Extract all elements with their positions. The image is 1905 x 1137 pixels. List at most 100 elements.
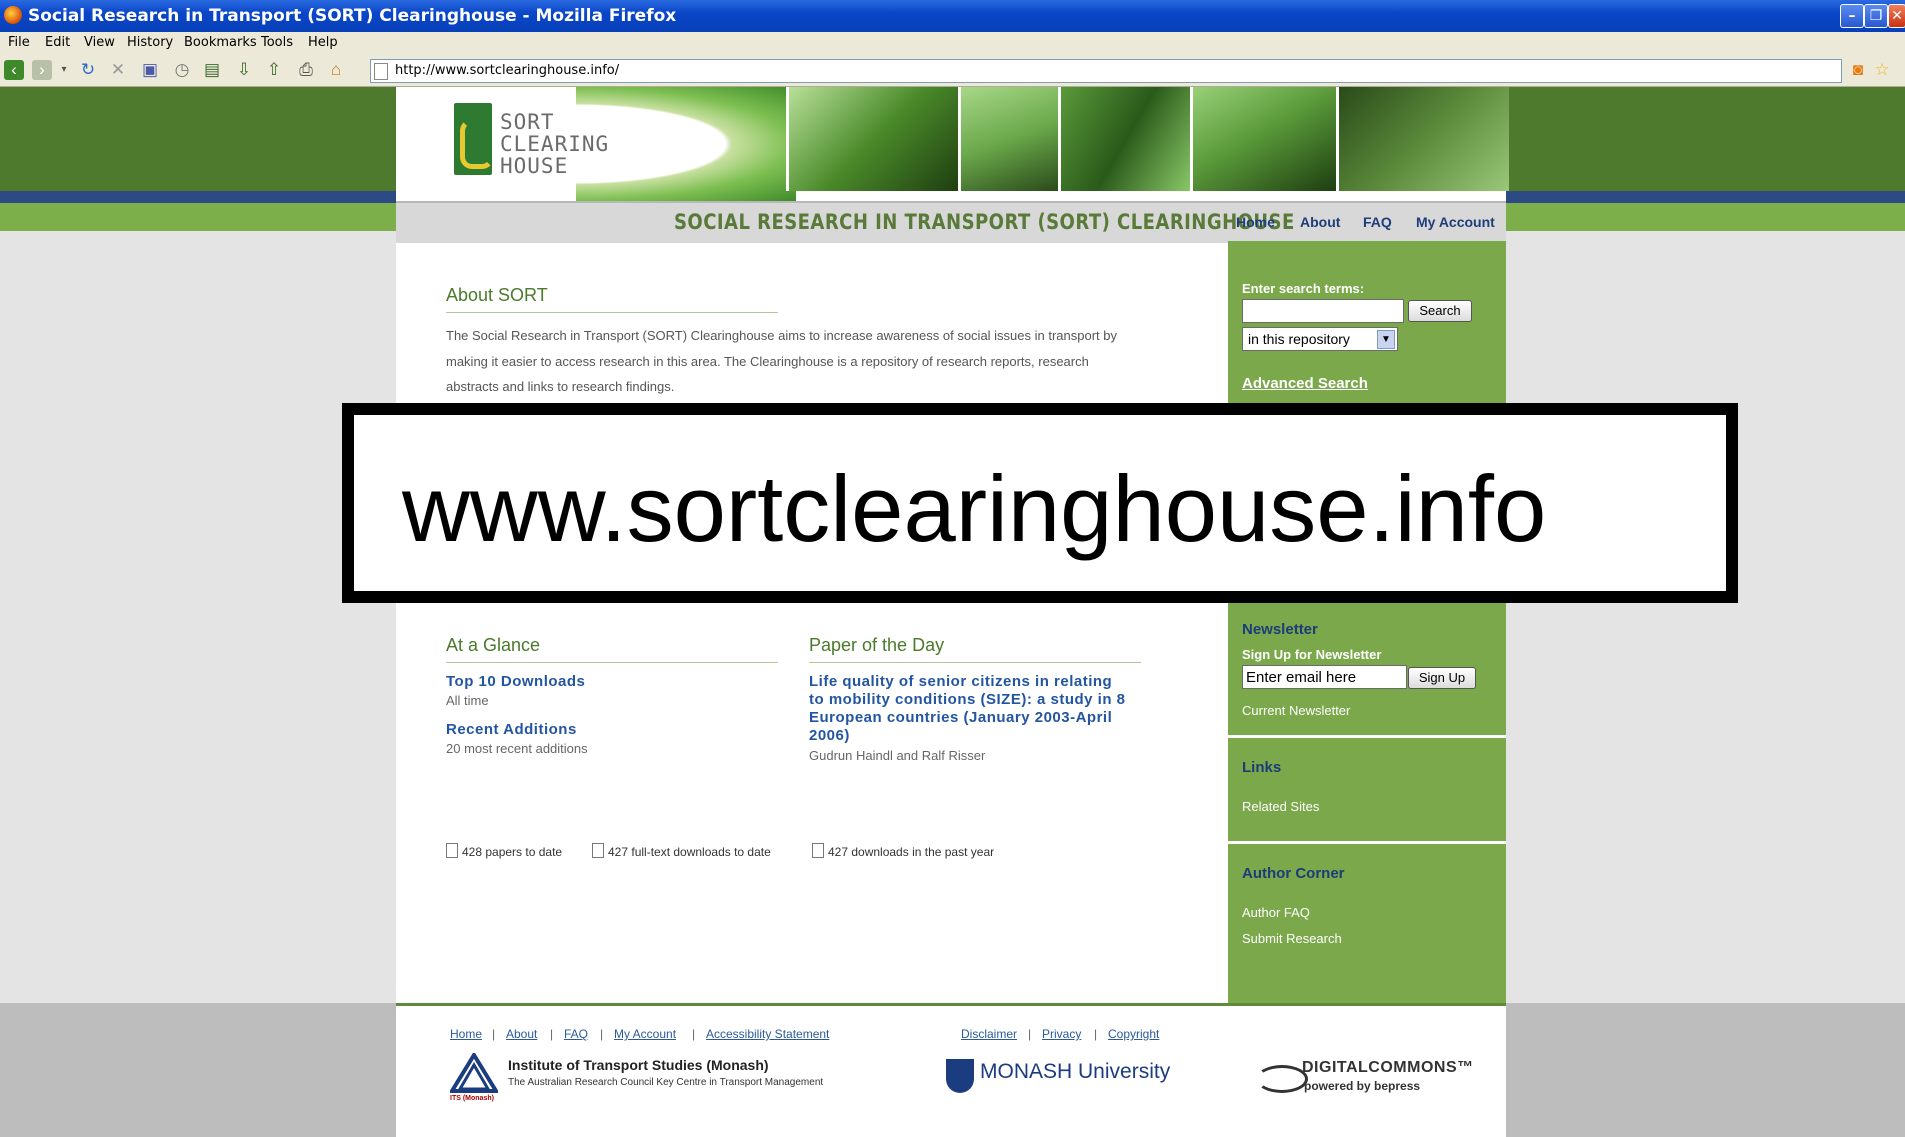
stop-icon[interactable]: ✕ <box>108 60 128 80</box>
advanced-search-link[interactable]: Advanced Search <box>1242 375 1368 392</box>
star-icon[interactable]: ☆ <box>1872 60 1892 80</box>
its-title[interactable]: Institute of Transport Studies (Monash) <box>508 1057 769 1073</box>
its-caption: ITS (Monash) <box>450 1095 494 1102</box>
footer-privacy-link[interactable]: Privacy <box>1042 1027 1081 1041</box>
forward-icon[interactable]: › <box>32 60 52 80</box>
footer-disclaimer-link[interactable]: Disclaimer <box>961 1027 1017 1041</box>
email-input[interactable] <box>1242 665 1407 689</box>
footer-separator: | <box>692 1027 696 1041</box>
close-icon[interactable]: ✕ <box>1888 4 1905 28</box>
web-page: SORT CLEARING HOUSE SOCIAL RESEARCH IN TRA… <box>0 87 1905 1137</box>
top-downloads-link[interactable]: Top 10 Downloads <box>446 673 585 690</box>
divider <box>1228 841 1506 844</box>
upload-icon[interactable]: ⇧ <box>264 60 284 80</box>
url-overlay-banner: www.sortclearinghouse.info <box>342 403 1738 603</box>
footer-my-account-link[interactable]: My Account <box>614 1027 676 1041</box>
its-logo-icon[interactable] <box>450 1053 498 1093</box>
digital-commons-text[interactable]: DIGITALCOMMONS™ <box>1302 1059 1474 1077</box>
header-photos <box>786 87 1509 191</box>
submit-research-link[interactable]: Submit Research <box>1242 931 1342 946</box>
newsletter-heading: Newsletter <box>1242 621 1318 638</box>
menu-bar: File Edit View History Bookmarks Tools H… <box>0 32 1905 54</box>
nav-about[interactable]: About <box>1300 214 1340 230</box>
window-title: Social Research in Transport (SORT) Clea… <box>28 6 677 26</box>
rss-icon[interactable]: ◙ <box>1848 60 1868 80</box>
bookmark-icon[interactable]: ▣ <box>140 60 160 80</box>
footer-about-link[interactable]: About <box>506 1027 537 1041</box>
page-icon <box>374 63 388 80</box>
stat-fulltext: 427 full-text downloads to date <box>592 843 771 859</box>
reload-icon[interactable]: ↻ <box>78 60 98 80</box>
chevron-down-icon[interactable]: ▼ <box>1377 330 1395 349</box>
menu-bookmarks[interactable]: Bookmarks <box>184 35 257 50</box>
divider <box>1228 735 1506 738</box>
minimize-icon[interactable]: – <box>1840 4 1864 28</box>
search-input[interactable] <box>1242 299 1404 323</box>
menu-file[interactable]: File <box>8 35 30 50</box>
history-icon[interactable]: ◷ <box>172 60 192 80</box>
nav-my-account[interactable]: My Account <box>1416 214 1495 230</box>
sidebar: Enter search terms: Search in this repos… <box>1228 241 1506 1003</box>
menu-edit[interactable]: Edit <box>45 35 70 50</box>
footer-home-link[interactable]: Home <box>450 1027 482 1041</box>
sort-logo-text[interactable]: SORT CLEARING HOUSE <box>500 111 609 177</box>
footer-copyright-link[interactable]: Copyright <box>1108 1027 1159 1041</box>
footer-separator: | <box>550 1027 554 1041</box>
restore-icon[interactable]: ❐ <box>1864 4 1888 28</box>
site-title: SOCIAL RESEARCH IN TRANSPORT (SORT) CLEA… <box>674 210 1295 234</box>
site-title-bar: SOCIAL RESEARCH IN TRANSPORT (SORT) CLEA… <box>396 201 1506 243</box>
its-subtitle: The Australian Research Council Key Cent… <box>508 1077 824 1088</box>
newsletter-label: Sign Up for Newsletter <box>1242 647 1382 662</box>
address-bar[interactable]: http://www.sortclearinghouse.info/ <box>370 59 1842 83</box>
footer-separator: | <box>1028 1027 1032 1041</box>
home-icon[interactable]: ⌂ <box>326 60 346 80</box>
page-frame: SORT CLEARING HOUSE SOCIAL RESEARCH IN TRA… <box>396 87 1509 1137</box>
header-photo <box>1190 87 1337 191</box>
menu-history[interactable]: History <box>127 35 173 50</box>
search-label: Enter search terms: <box>1242 281 1365 296</box>
bepress-text: powered by bepress <box>1304 1079 1421 1093</box>
document-icon <box>812 843 824 858</box>
header-photo <box>958 87 1059 191</box>
sort-logo-icon[interactable] <box>454 103 494 175</box>
download-icon[interactable]: ⇩ <box>234 60 254 80</box>
recent-additions-sub: 20 most recent additions <box>446 741 588 756</box>
paper-of-day-heading: Paper of the Day <box>809 635 1141 663</box>
search-button[interactable]: Search <box>1408 300 1472 322</box>
footer-faq-link[interactable]: FAQ <box>564 1027 588 1041</box>
author-faq-link[interactable]: Author FAQ <box>1242 905 1310 920</box>
signup-button[interactable]: Sign Up <box>1408 667 1476 689</box>
footer-separator: | <box>600 1027 604 1041</box>
overlay-url-text: www.sortclearinghouse.info <box>402 456 1547 561</box>
history-dropdown-icon[interactable]: ▾ <box>54 60 74 80</box>
current-newsletter-link[interactable]: Current Newsletter <box>1242 703 1350 718</box>
document-icon <box>446 843 458 858</box>
header-photo <box>786 87 959 191</box>
url-text: http://www.sortclearinghouse.info/ <box>395 63 620 78</box>
menu-help[interactable]: Help <box>308 35 338 50</box>
scope-select[interactable]: in this repository ▼ <box>1242 327 1398 351</box>
nav-home[interactable]: Home <box>1236 214 1275 230</box>
new-tab-icon[interactable]: ▤ <box>202 60 222 80</box>
back-icon[interactable]: ‹ <box>4 60 24 80</box>
paper-of-day-link[interactable]: Life quality of senior citizens in relat… <box>809 673 1126 745</box>
print-icon[interactable]: ⎙ <box>296 60 316 80</box>
digital-commons-icon[interactable] <box>1256 1065 1308 1093</box>
about-heading: About SORT <box>446 285 778 313</box>
footer-accessibility-link[interactable]: Accessibility Statement <box>706 1027 829 1041</box>
nav-faq[interactable]: FAQ <box>1363 214 1392 230</box>
menu-tools[interactable]: Tools <box>261 35 293 50</box>
glance-heading: At a Glance <box>446 635 778 663</box>
scope-value: in this repository <box>1248 331 1350 347</box>
recent-additions-link[interactable]: Recent Additions <box>446 721 577 738</box>
monash-logo-text[interactable]: MONASH University <box>980 1060 1170 1084</box>
stat-papers: 428 papers to date <box>446 843 562 859</box>
menu-view[interactable]: View <box>84 35 115 50</box>
monash-shield-icon[interactable] <box>946 1059 974 1093</box>
related-sites-link[interactable]: Related Sites <box>1242 799 1319 814</box>
window-titlebar: Social Research in Transport (SORT) Clea… <box>0 0 1905 32</box>
header-photo <box>1336 87 1509 191</box>
navigation-toolbar: ‹ › ▾ ↻ ✕ ▣ ◷ ▤ ⇩ ⇧ ⎙ ⌂ http://www.sortc… <box>0 54 1905 87</box>
about-text: The Social Research in Transport (SORT) … <box>446 328 1118 394</box>
footer-separator: | <box>492 1027 496 1041</box>
